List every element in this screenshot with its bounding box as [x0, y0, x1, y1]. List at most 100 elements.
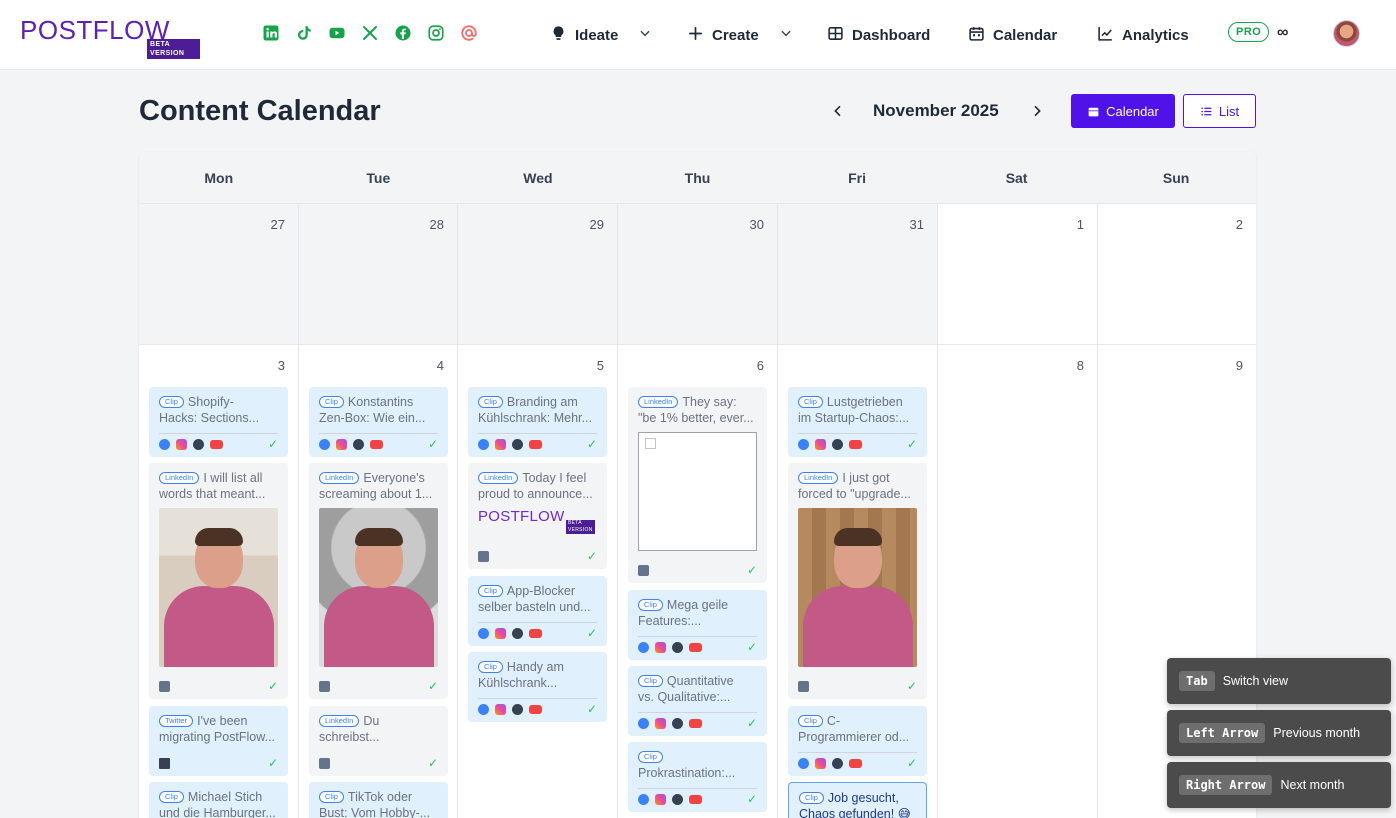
tiktok-icon: [672, 794, 683, 805]
user-avatar[interactable]: [1333, 20, 1360, 47]
chart-line-icon: [1097, 25, 1114, 46]
post-title: Zen-Box: Wie ein...: [319, 411, 426, 425]
post-type-tag: LinkedIn: [478, 472, 519, 484]
post-card[interactable]: Clip TikTok oder Bust: Vom Hobby-...: [309, 782, 448, 818]
platform-icons: [478, 628, 542, 639]
youtube-icon[interactable]: [328, 24, 346, 42]
post-card[interactable]: LinkedIn Everyone's screaming about 1... …: [309, 463, 448, 699]
post-card[interactable]: Clip Handy am Kühlschrank... ✓: [468, 652, 607, 722]
linkedin-icon[interactable]: [262, 24, 280, 42]
weekday-label: Tue: [366, 170, 391, 186]
post-card[interactable]: Clip Shopify- Hacks: Sections... ✓: [149, 387, 288, 457]
post-title: "be 1% better, ever...: [638, 411, 754, 425]
day-cell[interactable]: 29: [458, 204, 618, 345]
nav-create[interactable]: Create: [687, 0, 793, 70]
platform-icons: [798, 681, 809, 692]
day-cell[interactable]: 5 Clip Branding am Kühlschrank: Mehr... ✓…: [458, 345, 618, 818]
check-icon: ✓: [267, 756, 278, 770]
instagram-icon[interactable]: [427, 24, 445, 42]
post-card[interactable]: Clip App-Blocker selber basteln und... ✓: [468, 576, 607, 646]
instagram-icon: [336, 439, 347, 450]
facebook-icon: [798, 439, 809, 450]
next-month-button[interactable]: [1027, 100, 1047, 122]
postflow-logo[interactable]: POSTFLOW BETA VERSION: [20, 14, 200, 59]
calendar-view-label: Calendar: [1106, 103, 1159, 119]
weekday-label: Thu: [684, 170, 711, 186]
post-card[interactable]: Clip Branding am Kühlschrank: Mehr... ✓: [468, 387, 607, 457]
post-card[interactable]: Clip Job gesucht, Chaos gefunden! 😅: [788, 782, 927, 818]
tiktok-icon[interactable]: [295, 24, 313, 42]
post-card[interactable]: LinkedIn Today I feel proud to announce..…: [468, 463, 607, 569]
nav-create-label: Create: [712, 26, 759, 44]
prev-month-button[interactable]: [828, 100, 848, 122]
day-cell[interactable]: 28: [299, 204, 458, 345]
post-card[interactable]: LinkedIn I just got forced to "upgrade...…: [788, 463, 927, 699]
threads-icon[interactable]: [460, 24, 478, 42]
linkedin-icon: [159, 681, 170, 692]
x-icon[interactable]: [361, 24, 379, 42]
day-cell[interactable]: 31: [778, 204, 938, 345]
tiktok-icon: [672, 642, 683, 653]
check-icon: ✓: [427, 756, 438, 770]
day-number: 6: [756, 358, 764, 373]
facebook-icon[interactable]: [394, 24, 412, 42]
youtube-icon: [689, 719, 702, 728]
tiktok-icon: [193, 439, 204, 450]
post-card[interactable]: Clip Prokrastination:... ✓: [628, 742, 767, 812]
post-type-tag: Clip: [159, 791, 184, 803]
day-number: 27: [270, 217, 285, 232]
post-card[interactable]: Clip Michael Stich und die Hamburger...: [149, 782, 288, 818]
post-card[interactable]: Clip Quantitative vs. Qualitative:... ✓: [628, 666, 767, 736]
instagram-icon: [655, 718, 666, 729]
nav-ideate[interactable]: Ideate: [550, 0, 652, 70]
day-cell[interactable]: 27: [139, 204, 299, 345]
post-type-tag: LinkedIn: [319, 715, 360, 727]
platform-icons: [798, 758, 862, 769]
check-icon: ✓: [586, 702, 597, 716]
nav-dashboard[interactable]: Dashboard: [827, 0, 930, 70]
check-icon: ✓: [267, 437, 278, 451]
post-type-tag: Clip: [319, 791, 344, 803]
list-icon: [1201, 106, 1212, 116]
pro-badge[interactable]: PRO: [1228, 22, 1270, 42]
chevron-down-icon: [638, 26, 652, 44]
nav-calendar[interactable]: Calendar: [968, 0, 1057, 70]
post-title: They say:: [682, 395, 737, 409]
day-cell[interactable]: 4 Clip Konstantins Zen-Box: Wie ein... ✓ …: [299, 345, 458, 818]
day-cell[interactable]: 30: [618, 204, 778, 345]
check-icon: ✓: [746, 640, 757, 654]
post-type-tag: Clip: [798, 715, 823, 727]
calendar-view-button[interactable]: Calendar: [1071, 94, 1175, 128]
list-view-button[interactable]: List: [1183, 94, 1256, 128]
day-cell[interactable]: 6 LinkedIn They say: "be 1% better, ever.…: [618, 345, 778, 818]
day-cell[interactable]: 1: [938, 204, 1098, 345]
day-cell[interactable]: 3 Clip Shopify- Hacks: Sections... ✓ Link…: [139, 345, 299, 818]
platform-icons: [638, 718, 702, 729]
nav-analytics[interactable]: Analytics: [1097, 0, 1189, 70]
post-title: migrating PostFlow...: [159, 730, 276, 744]
platform-icons: [638, 642, 702, 653]
post-title: Features:...: [638, 614, 702, 628]
post-type-tag: LinkedIn: [159, 472, 200, 484]
post-card[interactable]: Clip C- Programmierer od... ✓: [788, 706, 927, 776]
post-title: Prokrastination:...: [638, 766, 736, 780]
instagram-icon: [495, 439, 506, 450]
post-card[interactable]: LinkedIn They say: "be 1% better, ever...…: [628, 387, 767, 583]
post-card[interactable]: Clip Mega geile Features:... ✓: [628, 590, 767, 660]
lightbulb-icon: [550, 25, 567, 46]
post-card[interactable]: Clip Lustgetrieben im Startup-Chaos:... ✓: [788, 387, 927, 457]
shortcut-label: Next month: [1280, 778, 1345, 792]
check-icon: ✓: [586, 437, 597, 451]
post-card[interactable]: Twitter I've been migrating PostFlow... ✓: [149, 706, 288, 776]
post-title: vs. Qualitative:...: [638, 690, 731, 704]
post-card[interactable]: LinkedIn Du schreibst... ✓: [309, 706, 448, 776]
platform-icons: [478, 704, 542, 715]
day-cell[interactable]: Clip Lustgetrieben im Startup-Chaos:... ✓…: [778, 345, 938, 818]
day-cell[interactable]: 8: [938, 345, 1098, 818]
day-cell[interactable]: 2: [1098, 204, 1256, 345]
divider: [478, 622, 597, 623]
tiktok-icon: [672, 718, 683, 729]
post-card[interactable]: Clip Konstantins Zen-Box: Wie ein... ✓: [309, 387, 448, 457]
youtube-icon: [689, 795, 702, 804]
post-card[interactable]: LinkedIn I will list all words that meant…: [149, 463, 288, 699]
